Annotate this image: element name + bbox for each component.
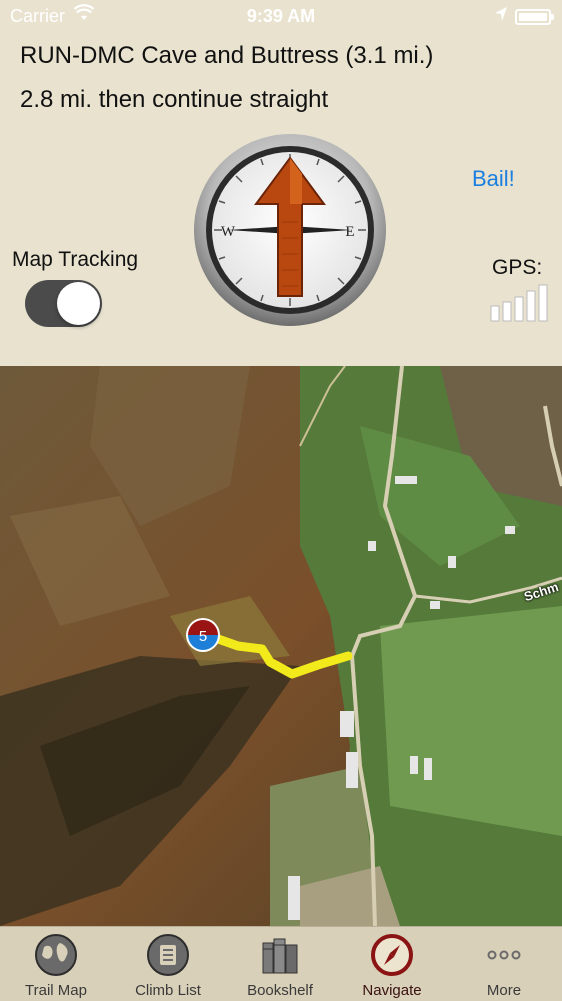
- satellite-map[interactable]: 5 Schm: [0, 366, 562, 926]
- compass-icon: W E: [194, 134, 386, 326]
- tab-label: Climb List: [135, 982, 201, 999]
- status-bar: Carrier 9:39 AM: [0, 0, 562, 34]
- compass-icon: [371, 934, 413, 976]
- tab-label: Bookshelf: [247, 982, 313, 999]
- waypoint-number: 5: [199, 628, 207, 645]
- tab-label: Trail Map: [25, 982, 87, 999]
- clock-time: 9:39 AM: [246, 6, 316, 26]
- compass-west-label: W: [221, 224, 236, 240]
- toggle-knob: [57, 282, 100, 325]
- battery-icon: [515, 9, 554, 25]
- globe-icon: [35, 934, 77, 976]
- tab-climb-list[interactable]: Climb List: [112, 927, 224, 1001]
- direction-instruction: 2.8 mi. then continue straight: [20, 86, 329, 113]
- route-title: RUN-DMC Cave and Buttress (3.1 mi.): [20, 42, 434, 69]
- location-arrow-icon: [495, 7, 507, 21]
- navigation-header: RUN-DMC Cave and Buttress (3.1 mi.) 2.8 …: [0, 0, 562, 366]
- gps-label: GPS:: [492, 256, 543, 279]
- tab-label: More: [486, 982, 522, 999]
- books-icon: [262, 938, 298, 974]
- tab-label: Navigate: [362, 982, 422, 999]
- tab-more[interactable]: More: [448, 927, 560, 1001]
- tab-navigate[interactable]: Navigate: [336, 927, 448, 1001]
- tab-bookshelf[interactable]: Bookshelf: [224, 927, 336, 1001]
- tab-trail-map[interactable]: Trail Map: [0, 927, 112, 1001]
- compass-east-label: E: [345, 224, 354, 240]
- waypoint-marker[interactable]: 5: [186, 618, 220, 652]
- more-dots-icon: [487, 950, 521, 960]
- map-tracking-label: Map Tracking: [12, 248, 139, 271]
- bail-button[interactable]: Bail!: [472, 166, 515, 192]
- map-tracking-toggle[interactable]: [25, 280, 102, 327]
- gps-signal-icon: [490, 284, 548, 322]
- list-icon: [147, 934, 189, 976]
- tab-bar: Trail Map Climb List Bookshelf Navigate: [0, 926, 562, 1001]
